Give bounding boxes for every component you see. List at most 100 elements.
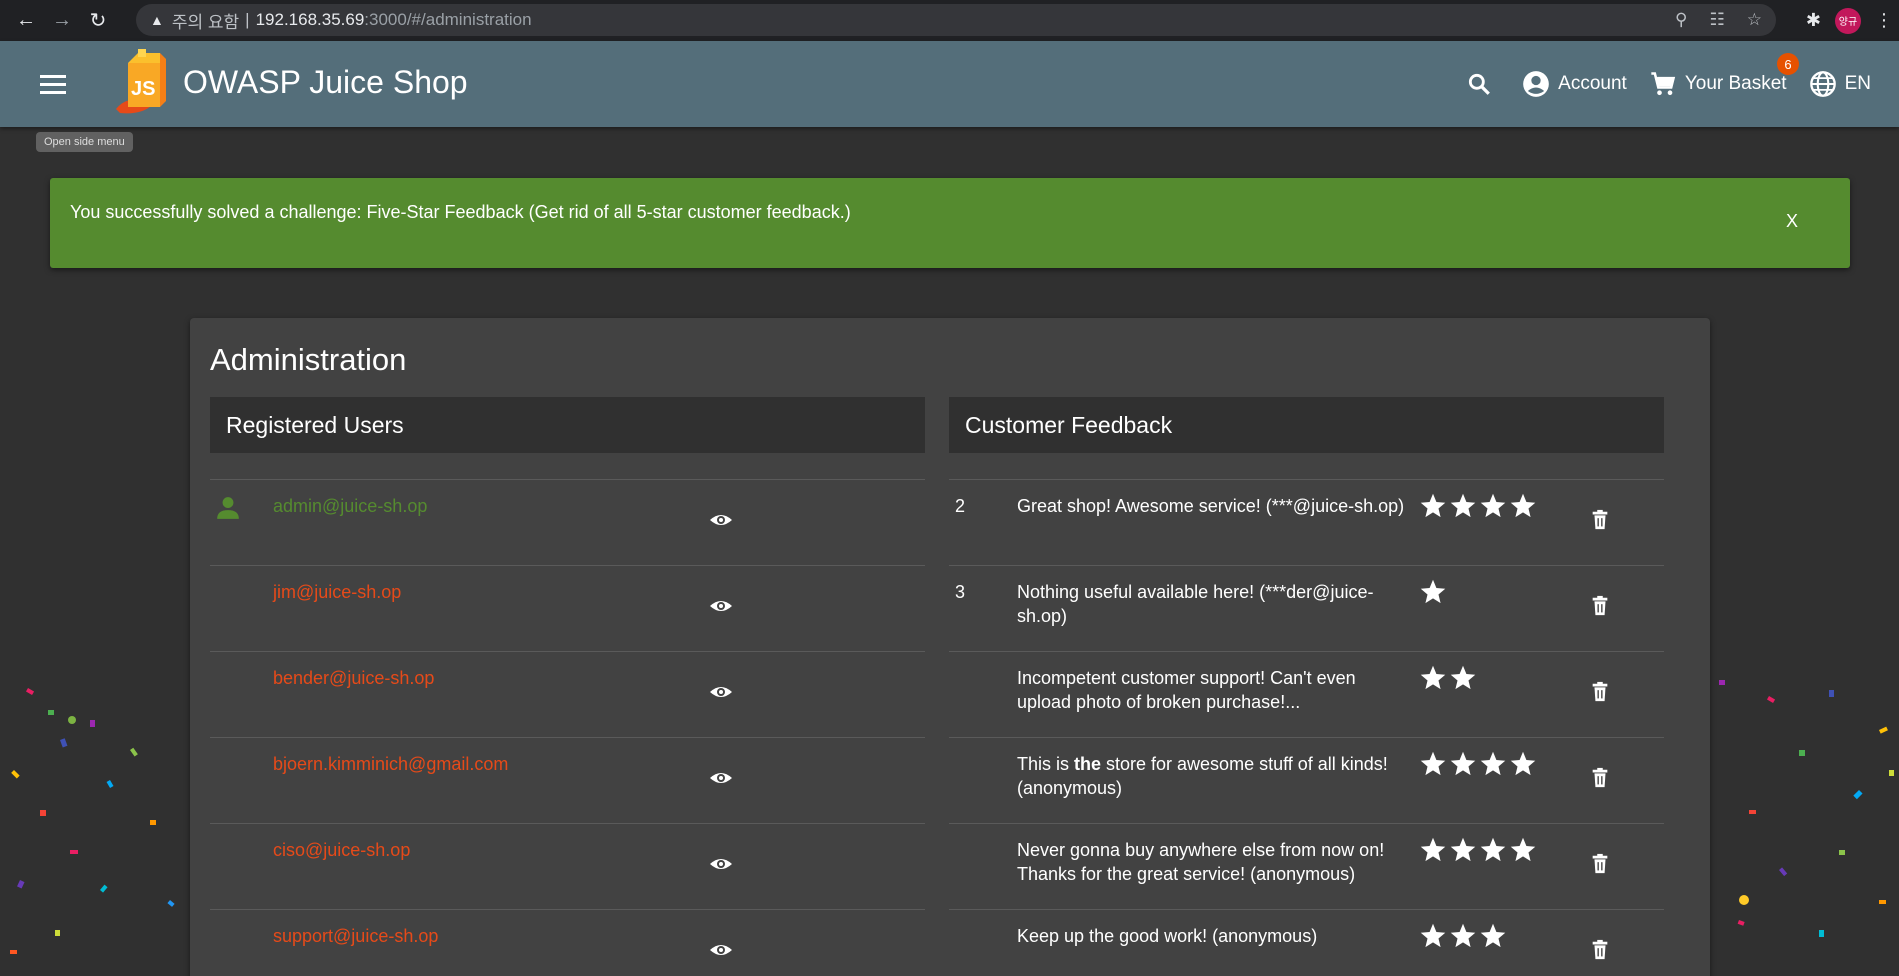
language-label: EN (1844, 73, 1871, 94)
table-row: jim@juice-sh.op (210, 565, 925, 651)
trash-icon[interactable] (1589, 508, 1611, 532)
notification-message: You successfully solved a challenge: Fiv… (70, 202, 851, 222)
table-row: Keep up the good work! (anonymous) (949, 909, 1664, 976)
star-icon (1450, 923, 1476, 948)
table-row: admin@juice-sh.op (210, 479, 925, 565)
star-icon (1510, 837, 1536, 862)
table-row: ciso@juice-sh.op (210, 823, 925, 909)
bookmark-star-icon[interactable]: ☆ (1747, 10, 1762, 30)
registered-users-heading: Registered Users (210, 397, 925, 453)
key-icon[interactable]: ⚲ (1675, 10, 1687, 30)
feedback-user-id: 2 (955, 496, 966, 516)
feedback-comment: Incompetent customer support! Can't even… (1017, 668, 1356, 712)
profile-avatar[interactable]: 양규 (1835, 7, 1861, 34)
customer-feedback-heading: Customer Feedback (949, 397, 1664, 453)
star-icon (1450, 493, 1476, 518)
back-icon[interactable]: ← (8, 3, 44, 39)
address-bar[interactable]: ▲ 주의 요함 | 192.168.35.69:3000/#/administr… (136, 4, 1776, 36)
eye-icon[interactable] (709, 680, 733, 704)
basket-label: Your Basket (1684, 73, 1787, 94)
separator: | (245, 10, 250, 29)
admin-user-icon (217, 497, 239, 519)
notification-close-button[interactable]: X (1786, 211, 1798, 232)
table-row: 2 Great shop! Awesome service! (***@juic… (949, 479, 1664, 565)
star-icon (1450, 665, 1476, 690)
basket-button[interactable]: Your Basket (1649, 70, 1787, 98)
translate-icon[interactable]: ☷ (1710, 10, 1725, 30)
trash-icon[interactable] (1589, 938, 1611, 962)
feedback-comment: Never gonna buy anywhere else from now o… (1017, 840, 1385, 884)
table-row: support@juice-sh.op (210, 909, 925, 976)
account-button[interactable]: Account (1522, 70, 1627, 98)
registered-users-panel: Registered Users admin@juice-sh.op jim@j… (210, 397, 925, 976)
comment-text-bold: the (1074, 754, 1102, 774)
user-email-link[interactable]: bjoern.kimminich@gmail.com (273, 754, 508, 775)
hamburger-line (40, 90, 66, 94)
user-email-link[interactable]: admin@juice-sh.op (273, 496, 427, 517)
page-title: Administration (210, 342, 407, 377)
star-icon (1480, 923, 1506, 948)
search-button[interactable] (1466, 71, 1492, 97)
language-button[interactable]: EN (1809, 70, 1871, 98)
security-label: 주의 요함 (171, 12, 240, 32)
administration-card: Administration Registered Users admin@ju… (190, 318, 1710, 976)
table-row: 3 Nothing useful available here! (***der… (949, 565, 1664, 651)
eye-icon[interactable] (709, 852, 733, 876)
chrome-toolbar-right: ✱ 양규 ⋮ (1806, 0, 1899, 41)
account-label: Account (1558, 73, 1627, 94)
feedback-rating (1419, 578, 1447, 606)
trash-icon[interactable] (1589, 680, 1611, 704)
warning-icon: ▲ (150, 12, 164, 28)
feedback-rating (1419, 750, 1537, 778)
star-icon (1420, 579, 1446, 604)
omnibox-actions: ⚲ ☷ ☆ (1675, 4, 1762, 36)
star-icon (1480, 493, 1506, 518)
feedback-user-id: 3 (955, 582, 966, 602)
feedback-rating (1419, 664, 1477, 692)
cart-icon (1651, 72, 1675, 96)
user-email-link[interactable]: support@juice-sh.op (273, 926, 438, 947)
star-icon (1510, 751, 1536, 776)
customer-feedback-panel: Customer Feedback 2 Great shop! Awesome … (949, 397, 1664, 976)
reload-icon[interactable]: ↻ (80, 3, 116, 39)
user-email-link[interactable]: ciso@juice-sh.op (273, 840, 410, 861)
hamburger-line (40, 82, 66, 86)
feedback-rating (1419, 492, 1537, 520)
star-icon (1420, 751, 1446, 776)
confetti-right (1719, 680, 1894, 937)
url-host: 192.168.35.69 (255, 10, 365, 29)
side-menu-button[interactable] (40, 69, 80, 99)
extensions-icon[interactable]: ✱ (1806, 10, 1821, 31)
forward-icon[interactable]: → (44, 3, 80, 39)
feedback-comment: Great shop! Awesome service! (***@juice-… (1017, 496, 1405, 516)
trash-icon[interactable] (1589, 766, 1611, 790)
star-icon (1480, 837, 1506, 862)
eye-icon[interactable] (709, 938, 733, 962)
table-row: bjoern.kimminich@gmail.com (210, 737, 925, 823)
star-icon (1480, 751, 1506, 776)
app-title[interactable]: OWASP Juice Shop (183, 64, 468, 101)
feedback-table: 2 Great shop! Awesome service! (***@juic… (949, 479, 1664, 976)
eye-icon[interactable] (709, 508, 733, 532)
trash-icon[interactable] (1589, 594, 1611, 618)
table-row: bender@juice-sh.op (210, 651, 925, 737)
star-icon (1420, 665, 1446, 690)
challenge-solved-notification: You successfully solved a challenge: Fiv… (50, 178, 1850, 268)
chrome-menu-icon[interactable]: ⋮ (1875, 10, 1893, 31)
table-row: Never gonna buy anywhere else from now o… (949, 823, 1664, 909)
user-email-link[interactable]: jim@juice-sh.op (273, 582, 401, 603)
table-row: This is the store for awesome stuff of a… (949, 737, 1664, 823)
eye-icon[interactable] (709, 766, 733, 790)
star-icon (1450, 837, 1476, 862)
eye-icon[interactable] (709, 594, 733, 618)
confetti-left (10, 688, 214, 954)
star-icon (1510, 493, 1536, 518)
juice-shop-logo[interactable]: JS (112, 49, 174, 115)
globe-icon (1809, 71, 1836, 97)
trash-icon[interactable] (1589, 852, 1611, 876)
side-menu-tooltip: Open side menu (36, 132, 133, 152)
user-email-link[interactable]: bender@juice-sh.op (273, 668, 434, 689)
account-circle-icon (1523, 71, 1550, 97)
feedback-rating (1419, 922, 1507, 950)
comment-text-before: This is (1017, 754, 1075, 774)
